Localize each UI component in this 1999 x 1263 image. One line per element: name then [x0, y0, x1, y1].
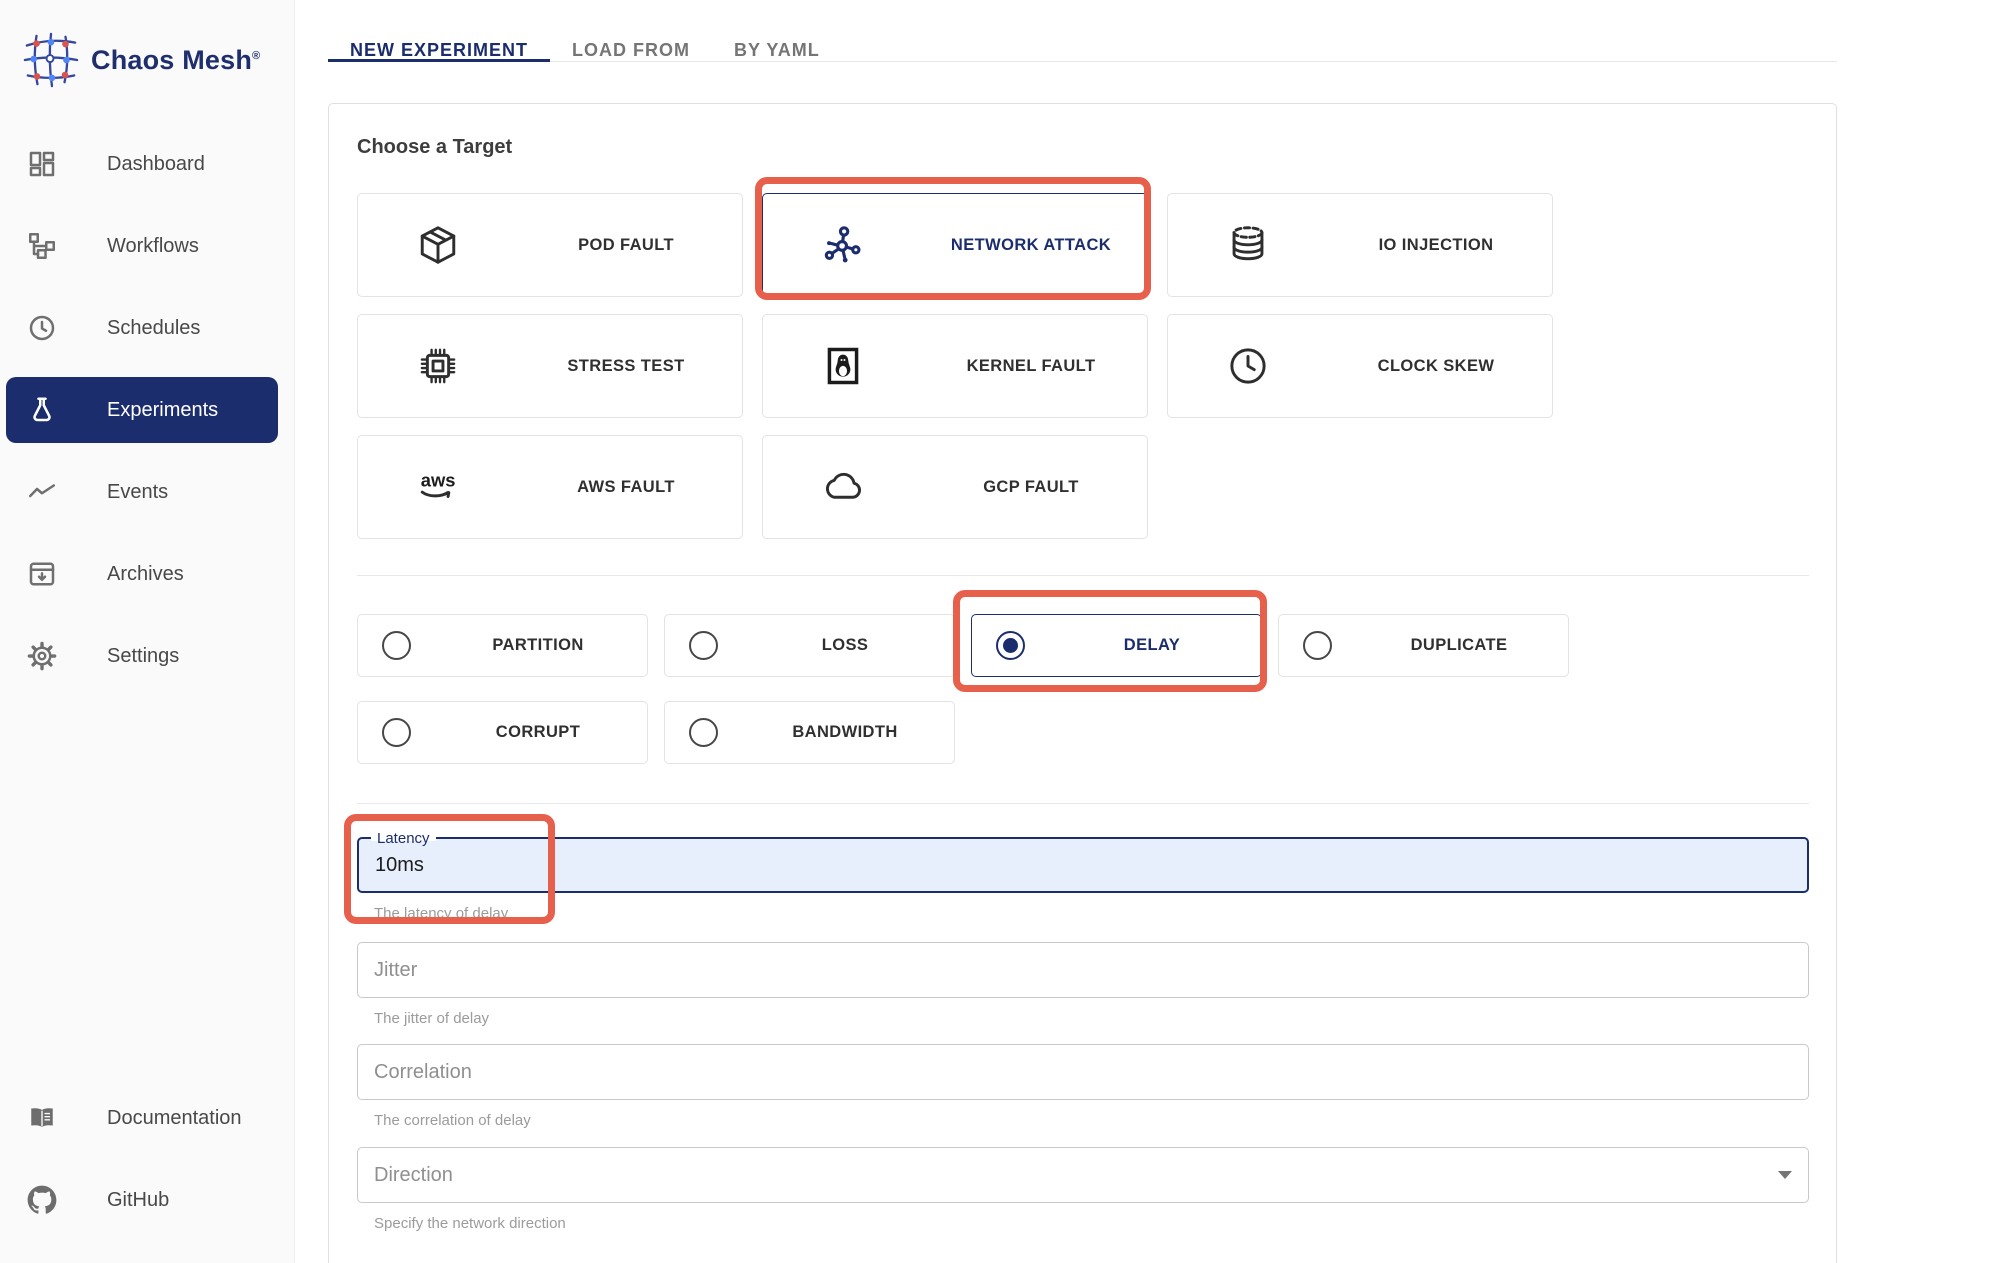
- brand-name: Chaos Mesh®: [91, 44, 261, 75]
- cloud-icon: [821, 465, 865, 509]
- sidebar-nav: Dashboard Workflows Schedules Experiment…: [0, 131, 294, 705]
- target-card-stress-test[interactable]: STRESS TEST: [357, 314, 743, 418]
- clock-skew-icon: [1226, 344, 1270, 388]
- section-divider: [357, 803, 1809, 804]
- correlation-input[interactable]: [374, 1060, 1792, 1084]
- latency-field-group: Latency The latency of delay: [344, 814, 1809, 924]
- svg-text:aws: aws: [421, 469, 456, 490]
- latency-field[interactable]: Latency: [357, 829, 1809, 893]
- brand-logo[interactable]: Chaos Mesh®: [0, 22, 294, 98]
- tab-new-experiment[interactable]: NEW EXPERIMENT: [328, 0, 551, 62]
- target-card-gcp-fault[interactable]: GCP FAULT: [762, 435, 1148, 539]
- target-card-network-attack[interactable]: NETWORK ATTACK: [755, 177, 1151, 300]
- sidebar-item-schedules[interactable]: Schedules: [6, 295, 278, 361]
- clock-icon: [27, 313, 57, 343]
- direction-field-group: Specify the network direction: [357, 1147, 1809, 1233]
- radio-unchecked-icon: [382, 718, 411, 747]
- gear-icon: [27, 641, 57, 671]
- correlation-helper-text: The correlation of delay: [374, 1112, 531, 1129]
- direction-helper-text: Specify the network direction: [374, 1215, 566, 1232]
- tab-by-yaml[interactable]: BY YAML: [712, 0, 842, 61]
- radio-unchecked-icon: [689, 631, 718, 660]
- target-card-aws-fault[interactable]: aws AWS FAULT: [357, 435, 743, 539]
- main-content: NEW EXPERIMENT LOAD FROM BY YAML Choose …: [295, 0, 1999, 1263]
- action-delay[interactable]: DELAY: [953, 590, 1267, 692]
- sidebar-item-documentation[interactable]: Documentation: [6, 1085, 278, 1151]
- aws-logo-icon: aws: [416, 465, 460, 509]
- latency-input[interactable]: [375, 853, 1791, 877]
- workflows-icon: [27, 231, 57, 261]
- sidebar: Chaos Mesh® Dashboard Workflows Schedule…: [0, 0, 295, 1263]
- direction-input[interactable]: [374, 1163, 1778, 1187]
- target-card-kernel-fault[interactable]: KERNEL FAULT: [762, 314, 1148, 418]
- target-card-pod-fault[interactable]: POD FAULT: [357, 193, 743, 297]
- latency-field-label: Latency: [371, 829, 436, 848]
- trend-line-icon: [27, 477, 57, 507]
- radio-unchecked-icon: [689, 718, 718, 747]
- sidebar-item-github[interactable]: GitHub: [6, 1167, 278, 1233]
- sidebar-item-events[interactable]: Events: [6, 459, 278, 525]
- sidebar-item-dashboard[interactable]: Dashboard: [6, 131, 278, 197]
- jitter-field-group: The jitter of delay: [357, 942, 1809, 1028]
- target-grid: POD FAULT NETWORK ATTACK IO INJECTION ST…: [357, 177, 1809, 539]
- tab-load-from[interactable]: LOAD FROM: [550, 0, 712, 61]
- sidebar-bottom: Documentation GitHub: [0, 1085, 294, 1263]
- action-corrupt[interactable]: CORRUPT: [357, 701, 648, 764]
- cube-icon: [416, 223, 460, 267]
- action-loss[interactable]: LOSS: [664, 614, 955, 677]
- target-card-clock-skew[interactable]: CLOCK SKEW: [1167, 314, 1553, 418]
- radio-unchecked-icon: [382, 631, 411, 660]
- network-hub-icon: [821, 223, 865, 267]
- jitter-field[interactable]: [357, 942, 1809, 998]
- linux-penguin-icon: [821, 344, 865, 388]
- correlation-field-group: The correlation of delay: [357, 1044, 1809, 1130]
- chaos-mesh-logo-icon: [23, 32, 79, 88]
- action-duplicate[interactable]: DUPLICATE: [1278, 614, 1569, 677]
- correlation-field[interactable]: [357, 1044, 1809, 1100]
- action-bandwidth[interactable]: BANDWIDTH: [664, 701, 955, 764]
- panel-title: Choose a Target: [357, 136, 513, 158]
- target-card-io-injection[interactable]: IO INJECTION: [1167, 193, 1553, 297]
- cpu-chip-icon: [416, 344, 460, 388]
- dashboard-icon: [27, 149, 57, 179]
- latency-helper-text: The latency of delay: [374, 905, 509, 922]
- radio-unchecked-icon: [1303, 631, 1332, 660]
- choose-target-panel: Choose a Target POD FAULT NETWORK ATTACK…: [328, 103, 1837, 1263]
- radio-checked-icon: [996, 631, 1025, 660]
- github-icon: [27, 1185, 57, 1215]
- action-grid: PARTITION LOSS DELAY DUPLICATE CORRUPT B…: [357, 590, 1809, 764]
- section-divider: [357, 575, 1809, 576]
- sidebar-item-workflows[interactable]: Workflows: [6, 213, 278, 279]
- sidebar-item-experiments[interactable]: Experiments: [6, 377, 278, 443]
- action-partition[interactable]: PARTITION: [357, 614, 648, 677]
- database-icon: [1226, 223, 1270, 267]
- flask-icon: [27, 395, 57, 425]
- direction-select[interactable]: [357, 1147, 1809, 1203]
- sidebar-item-settings[interactable]: Settings: [6, 623, 278, 689]
- book-icon: [27, 1103, 57, 1133]
- archive-icon: [27, 559, 57, 589]
- sidebar-item-archives[interactable]: Archives: [6, 541, 278, 607]
- jitter-helper-text: The jitter of delay: [374, 1010, 490, 1027]
- dropdown-arrow-icon: [1778, 1171, 1792, 1179]
- tab-bar: NEW EXPERIMENT LOAD FROM BY YAML: [328, 0, 1837, 62]
- jitter-input[interactable]: [374, 958, 1792, 982]
